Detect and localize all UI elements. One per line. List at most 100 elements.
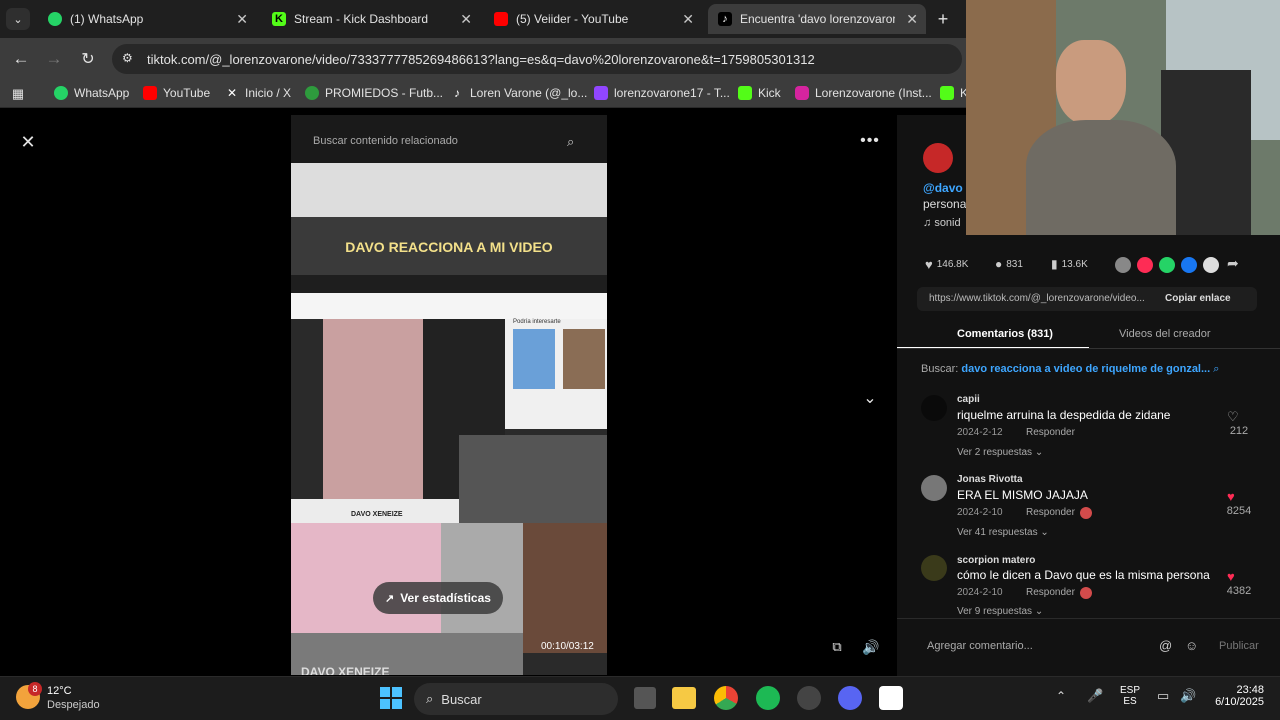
comment-button[interactable]: ● 831	[995, 257, 1023, 271]
forward-icon[interactable]: →	[43, 48, 65, 70]
share-more-icon[interactable]: ➦	[1227, 255, 1239, 272]
chart-icon: ↗	[385, 592, 395, 605]
comment-user[interactable]: Jonas Rivotta	[957, 474, 1023, 485]
facebook-share-icon[interactable]	[1181, 257, 1197, 273]
view-replies-button[interactable]: Ver 2 respuestas ⌄	[957, 447, 1043, 458]
search-icon: ⌕	[1213, 363, 1220, 375]
video-player[interactable]: Buscar contenido relacionado ⌕ DAVO REAC…	[291, 115, 607, 675]
bookmark-label: WhatsApp	[74, 86, 130, 100]
taskbar-search-label: Buscar	[441, 691, 482, 707]
reply-button[interactable]: Responder	[1026, 507, 1075, 518]
taskbar-search[interactable]: ⌕ Buscar	[414, 683, 618, 715]
stats-button[interactable]: ↗ Ver estadísticas	[373, 582, 503, 614]
avatar[interactable]	[921, 475, 947, 501]
comment-user[interactable]: capii	[957, 394, 980, 405]
obs-icon[interactable]	[797, 686, 821, 710]
tab-youtube[interactable]: (5) Veiider - YouTube ✕	[484, 4, 702, 34]
close-tab-icon[interactable]: ✕	[236, 11, 248, 28]
bookmark-kick-2[interactable]: K	[940, 86, 968, 100]
avatar[interactable]	[923, 143, 953, 173]
pip-icon[interactable]: ⧉	[826, 636, 848, 658]
whatsapp-share-icon[interactable]	[1159, 257, 1175, 273]
bookmark-label: Kick	[758, 86, 781, 100]
weather-temp[interactable]: 12°C	[47, 685, 72, 697]
view-replies-button[interactable]: Ver 41 respuestas ⌄	[957, 527, 1049, 538]
volume-icon[interactable]: 🔊	[860, 636, 882, 658]
microphone-icon[interactable]: 🎤	[1087, 688, 1103, 704]
tab-search-dropdown-icon[interactable]: ⌄	[6, 8, 30, 30]
next-video-icon[interactable]: ⌄	[857, 386, 883, 410]
apps-grid-icon[interactable]: ▦	[10, 86, 26, 102]
add-comment-input[interactable]: Agregar comentario...	[927, 640, 1033, 652]
post-desc: persona	[923, 197, 967, 211]
close-tab-icon[interactable]: ✕	[682, 11, 694, 28]
language-indicator[interactable]: ESP ES	[1119, 685, 1141, 707]
clock[interactable]: 23:48 6/10/2025	[1204, 684, 1264, 708]
bookmark-icon: ▮	[1051, 257, 1058, 271]
address-bar[interactable]: ⚙ tiktok.com/@_lorenzovarone/video/73337…	[112, 44, 962, 74]
search-icon[interactable]: ⌕	[567, 134, 574, 150]
back-icon[interactable]: ←	[10, 48, 32, 70]
site-info-icon[interactable]: ⚙	[122, 51, 133, 65]
related-search-input[interactable]: Buscar contenido relacionado	[313, 135, 458, 147]
save-button[interactable]: ▮ 13.6K	[1051, 257, 1088, 271]
related-title: Podría interesarte	[513, 319, 561, 325]
tab-tiktok[interactable]: ♪ Encuentra 'davo lorenzovarone ✕	[708, 4, 926, 34]
search-query: davo reacciona a video de riquelme de go…	[961, 363, 1211, 375]
bookmark-youtube[interactable]: YouTube	[143, 86, 210, 100]
embed-icon[interactable]	[1115, 257, 1131, 273]
close-tab-icon[interactable]: ✕	[906, 11, 918, 28]
avatar[interactable]	[921, 555, 947, 581]
copy-link-button[interactable]: Copiar enlace	[1165, 293, 1231, 304]
tab-title: (5) Veiider - YouTube	[516, 12, 629, 26]
bookmark-instagram[interactable]: Lorenzovarone (Inst...	[795, 86, 932, 100]
comment-user[interactable]: scorpion matero	[957, 555, 1035, 566]
tab-creator-videos[interactable]: Videos del creador	[1119, 328, 1211, 340]
heart-icon[interactable]: ♥	[1227, 489, 1235, 504]
chrome-icon[interactable]	[714, 686, 738, 710]
capcut-icon[interactable]	[879, 686, 903, 710]
reply-button[interactable]: Responder	[1026, 587, 1075, 598]
tab-comments[interactable]: Comentarios (831)	[957, 328, 1053, 340]
bookmark-tiktok[interactable]: ♪ Loren Varone (@_lo...	[450, 86, 587, 100]
tab-kick-dashboard[interactable]: K Stream - Kick Dashboard ✕	[262, 4, 480, 34]
bookmark-kick[interactable]: Kick	[738, 86, 781, 100]
heart-icon: ♥	[925, 257, 933, 272]
comment-count: 831	[1006, 258, 1023, 270]
x-share-icon[interactable]	[1203, 257, 1219, 273]
reply-button[interactable]: Responder	[1026, 427, 1075, 438]
heart-icon[interactable]: ♥	[1227, 569, 1235, 584]
post-handle[interactable]: @davo	[923, 181, 963, 195]
post-sound[interactable]: ♫ sonid	[923, 217, 961, 229]
tab-whatsapp[interactable]: (1) WhatsApp ✕	[38, 4, 256, 34]
spotify-icon[interactable]	[756, 686, 780, 710]
emoji-icon[interactable]: ☺	[1185, 638, 1198, 653]
comment-likes: 8254	[1226, 505, 1252, 517]
new-tab-icon[interactable]: +	[932, 8, 954, 30]
close-video-icon[interactable]: ✕	[16, 130, 40, 154]
file-explorer-icon[interactable]	[672, 687, 696, 709]
like-button[interactable]: ♥ 146.8K	[925, 257, 968, 272]
task-view-icon[interactable]	[634, 687, 656, 709]
volume-icon[interactable]: 🔊	[1180, 688, 1196, 704]
view-replies-button[interactable]: Ver 9 respuestas ⌄	[957, 606, 1043, 617]
network-icon[interactable]: ▭	[1157, 688, 1169, 704]
more-options-icon[interactable]: •••	[857, 130, 883, 152]
discord-icon[interactable]	[838, 686, 862, 710]
reload-icon[interactable]: ↻	[77, 48, 99, 70]
publish-button[interactable]: Publicar	[1219, 640, 1259, 652]
heart-icon[interactable]: ♡	[1227, 409, 1239, 425]
show-hidden-icons-icon[interactable]: ⌃	[1056, 689, 1066, 703]
avatar[interactable]	[921, 395, 947, 421]
close-tab-icon[interactable]: ✕	[460, 11, 472, 28]
bookmark-whatsapp[interactable]: WhatsApp	[54, 86, 129, 100]
chevron-down-icon: ⌄	[1034, 606, 1044, 617]
search-suggestion[interactable]: Buscar: davo reacciona a video de riquel…	[921, 363, 1219, 376]
bookmark-twitch[interactable]: lorenzovarone17 - T...	[594, 86, 730, 100]
send-icon[interactable]	[1137, 257, 1153, 273]
windows-start-icon[interactable]	[380, 687, 402, 709]
weather-desc: Despejado	[47, 699, 100, 711]
bookmark-promiedos[interactable]: PROMIEDOS - Futb...	[305, 86, 443, 100]
bookmark-x[interactable]: ✕ Inicio / X	[225, 86, 291, 100]
mention-icon[interactable]: @	[1159, 638, 1172, 653]
